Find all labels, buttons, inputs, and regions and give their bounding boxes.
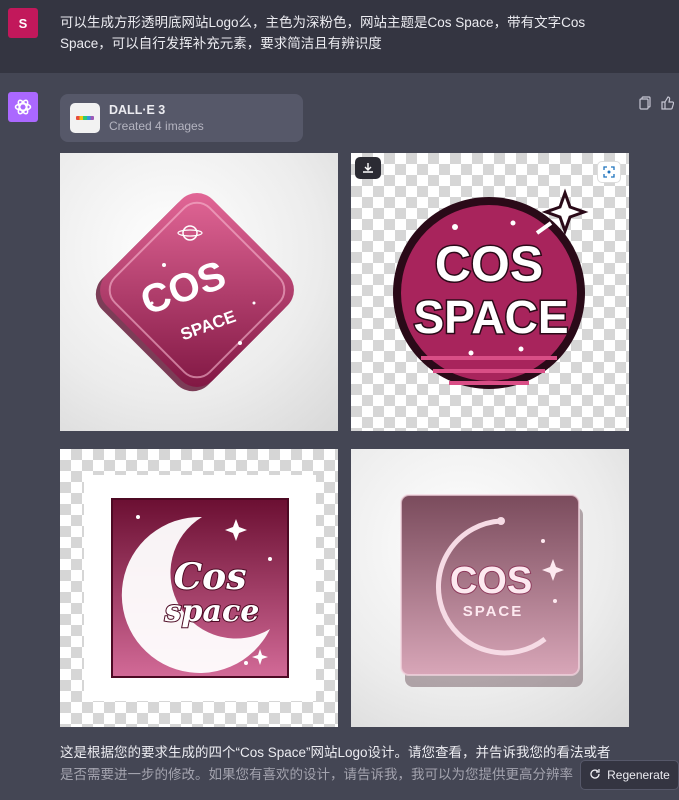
dalle-tool-chip[interactable]: DALL·E 3 Created 4 images	[60, 94, 303, 142]
user-message-text: 可以生成方形透明底网站Logo么，主色为深粉色，网站主题是Cos Space，带…	[60, 15, 586, 51]
refresh-icon	[589, 768, 601, 783]
tool-status: Created 4 images	[109, 119, 204, 133]
generated-image-3[interactable]: Cos space	[60, 449, 338, 727]
logo-text-cos: Cos	[174, 556, 247, 598]
logo-text-cos: COS	[450, 560, 532, 602]
assistant-answer: 这是根据您的要求生成的四个“Cos Space”网站Logo设计。请您查看，并告…	[60, 742, 650, 786]
logo-art-4: COS SPACE	[400, 494, 583, 687]
expand-icon[interactable]	[597, 161, 621, 183]
regenerate-label: Regenerate	[607, 768, 670, 782]
message-actions	[639, 96, 675, 110]
logo-text-cos: COS	[435, 236, 543, 292]
tool-name: DALL·E 3	[109, 103, 166, 117]
logo-text-space: SPACE	[463, 603, 524, 620]
thumbs-up-icon[interactable]	[661, 96, 675, 110]
logo-text-space: space	[164, 594, 260, 629]
logo-text-space: SPACE	[413, 291, 568, 343]
generated-image-2[interactable]: COS SPACE	[351, 153, 629, 431]
copy-icon[interactable]	[639, 96, 651, 110]
logo-art-3: Cos space	[84, 475, 316, 701]
logo-art-1: COS SPACE	[95, 193, 294, 392]
regenerate-button[interactable]: Regenerate	[580, 760, 679, 790]
chatgpt-logo-icon	[8, 92, 38, 122]
user-message-row: S 可以生成方形透明底网站Logo么，主色为深粉色，网站主题是Cos Space…	[0, 0, 679, 73]
download-icon[interactable]	[355, 157, 381, 179]
dalle-logo-icon	[70, 103, 100, 133]
answer-line-faded: 是否需要进一步的修改。如果您有喜欢的设计，请告诉我，我可以为您提供更高分辨率	[60, 767, 573, 782]
generated-image-1[interactable]: COS SPACE	[60, 153, 338, 431]
logo-art-2: COS SPACE	[393, 188, 589, 389]
generated-image-4[interactable]: COS SPACE	[351, 449, 629, 727]
answer-line-visible: 这是根据您的要求生成的四个“Cos Space”网站Logo设计。请您查看，并告…	[60, 745, 611, 760]
user-avatar: S	[8, 8, 38, 38]
